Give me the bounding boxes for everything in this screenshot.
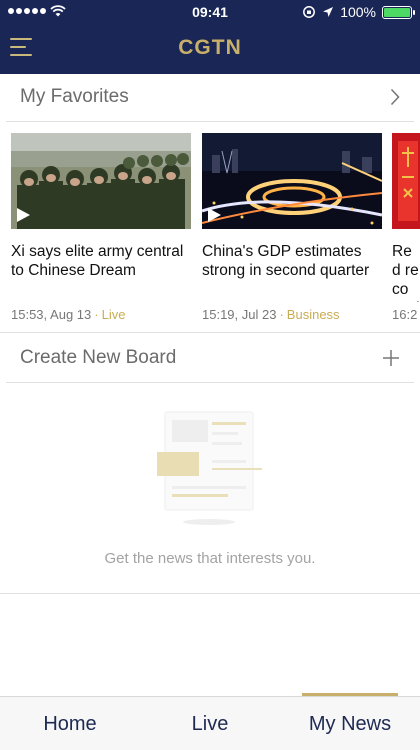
plus-icon[interactable]: [382, 349, 400, 367]
status-bar: 09:41 100%: [0, 0, 420, 24]
play-icon: [17, 208, 30, 222]
card-title: Xi says elite army central to Chinese Dr…: [11, 243, 184, 279]
card-time: 16:2: [392, 307, 418, 322]
create-board-title: Create New Board: [20, 347, 177, 368]
status-right: 100%: [302, 4, 415, 20]
card-time: 15:19, Jul 23: [202, 307, 277, 322]
favorite-card[interactable]: Xi says elite army central to Chinese Dr…: [11, 133, 191, 322]
cards-divider: [0, 332, 420, 333]
card-title: China's GDP estimates strong in second q…: [202, 243, 370, 279]
card-thumbnail: [392, 133, 420, 229]
play-icon: [208, 208, 221, 222]
orientation-lock-icon: [303, 6, 316, 18]
card-title: Red reco Spri: [392, 243, 420, 302]
app-logo: CGTN: [178, 36, 242, 59]
card-meta: 15:53, Aug 13 · Live: [11, 307, 126, 322]
tab-my-news[interactable]: My News: [280, 697, 420, 750]
battery-icon: [382, 5, 415, 19]
app-header: 09:41 100% CGTN: [0, 0, 420, 74]
chevron-right-icon[interactable]: [390, 88, 400, 106]
location-arrow-icon: [323, 7, 334, 17]
tab-home[interactable]: Home: [0, 697, 140, 750]
empty-board-text: Get the news that interests you.: [104, 550, 316, 567]
card-thumbnail: [11, 133, 191, 229]
create-board-header[interactable]: Create New Board: [0, 334, 420, 382]
card-time: 15:53, Aug 13: [11, 307, 92, 322]
tab-live[interactable]: Live: [140, 697, 280, 750]
content-divider: [0, 593, 420, 594]
card-category: Live: [101, 307, 126, 322]
favorite-card[interactable]: Red reco Spri 16:2: [392, 133, 420, 322]
favorites-carousel[interactable]: Xi says elite army central to Chinese Dr…: [0, 122, 420, 332]
board-divider: [6, 382, 414, 383]
tab-bar: Home Live My News: [0, 696, 420, 750]
favorite-card[interactable]: China's GDP estimates strong in second q…: [202, 133, 382, 322]
favorites-header[interactable]: My Favorites: [0, 73, 420, 121]
empty-board-illustration: [157, 411, 262, 525]
card-thumbnail: [202, 133, 382, 229]
favorites-title: My Favorites: [20, 86, 129, 107]
card-category: Business: [286, 307, 340, 322]
card-meta: 15:19, Jul 23 · Business: [202, 307, 340, 322]
card-meta: 16:2: [392, 307, 420, 322]
battery-percent: 100%: [340, 4, 376, 20]
